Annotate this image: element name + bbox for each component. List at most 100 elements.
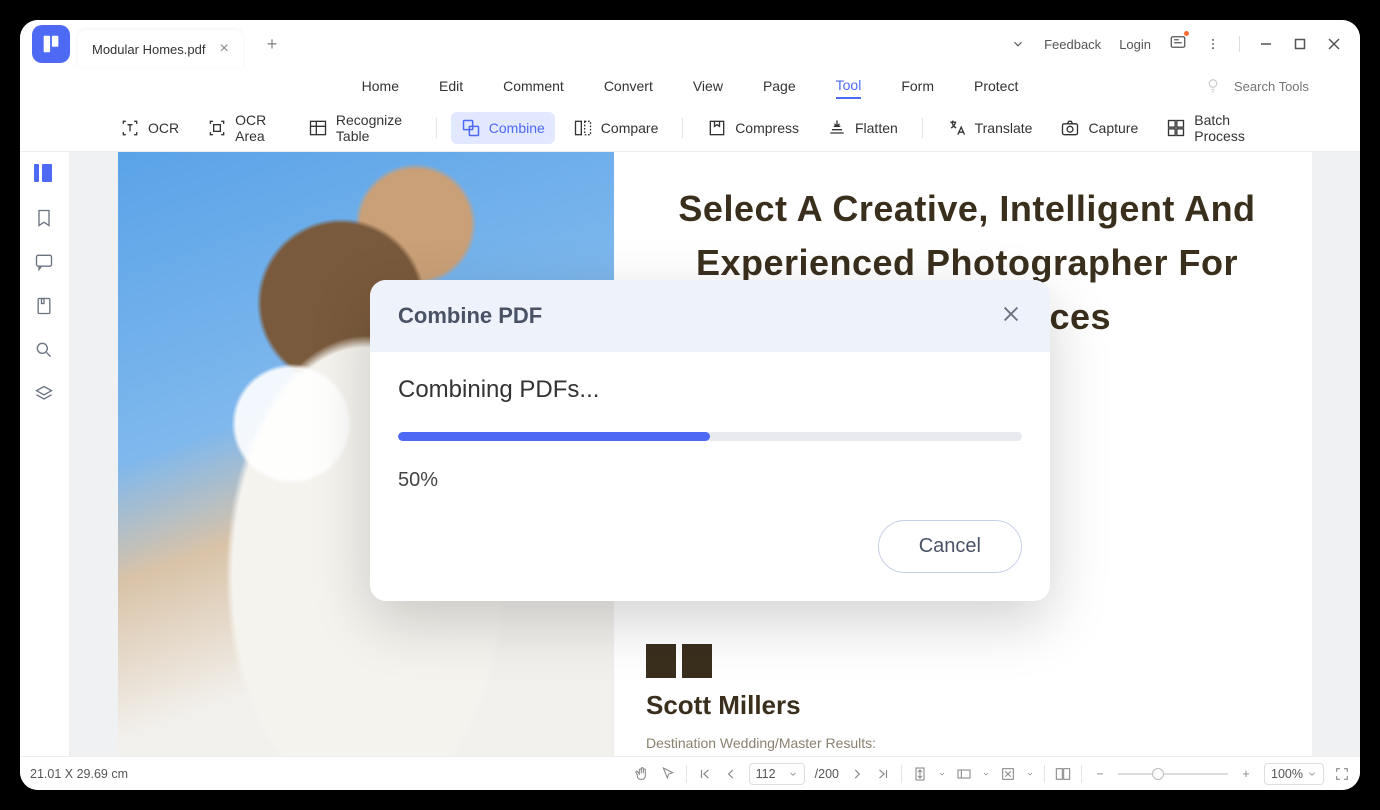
titlebar: Modular Homes.pdf × + Feedback Login (20, 20, 1360, 68)
total-pages: /200 (815, 767, 839, 781)
ocr-area-icon (207, 118, 227, 138)
dialog-header: Combine PDF (370, 280, 1050, 352)
progress-fill (398, 432, 710, 441)
camera-icon (1060, 118, 1080, 138)
tool-label: Recognize Table (336, 112, 412, 144)
menu-form[interactable]: Form (901, 74, 934, 98)
notifications-icon[interactable] (1169, 33, 1187, 56)
fit-height-icon[interactable] (912, 766, 928, 782)
progress-bar (398, 432, 1022, 441)
titlebar-right: Feedback Login (1010, 33, 1352, 56)
tool-ocr-area[interactable]: OCR Area (197, 106, 290, 150)
dialog-close-icon[interactable] (1000, 303, 1022, 330)
statusbar: 21.01 X 29.69 cm 112 /200 − + 100% (20, 756, 1360, 790)
tool-label: OCR (148, 120, 179, 136)
separator (436, 118, 437, 138)
separator (682, 118, 683, 138)
app-window: Modular Homes.pdf × + Feedback Login Hom… (20, 20, 1360, 790)
cancel-button[interactable]: Cancel (878, 520, 1022, 573)
translate-icon (947, 118, 967, 138)
tool-capture[interactable]: Capture (1050, 112, 1148, 144)
tool-label: Batch Process (1194, 112, 1260, 144)
tool-ocr[interactable]: OCR (110, 112, 189, 144)
combine-icon (461, 118, 481, 138)
layers-icon[interactable] (34, 384, 56, 406)
tool-translate[interactable]: Translate (937, 112, 1043, 144)
tool-label: Translate (975, 120, 1033, 136)
prev-page-icon[interactable] (723, 766, 739, 782)
batch-icon (1166, 118, 1186, 138)
dialog-body: Combining PDFs... 50% (370, 352, 1050, 520)
left-sidebar (20, 152, 70, 756)
tab-close-icon[interactable]: × (219, 40, 228, 58)
feedback-link[interactable]: Feedback (1044, 37, 1101, 52)
zoom-in-icon[interactable]: + (1238, 766, 1254, 782)
dialog-message: Combining PDFs... (398, 376, 1022, 404)
menu-page[interactable]: Page (763, 74, 796, 98)
menu-comment[interactable]: Comment (503, 74, 564, 98)
menu-protect[interactable]: Protect (974, 74, 1018, 98)
comment-icon[interactable] (34, 252, 56, 274)
next-page-icon[interactable] (849, 766, 865, 782)
attachment-icon[interactable] (34, 296, 56, 318)
zoom-slider[interactable] (1118, 773, 1228, 775)
chevron-down-icon[interactable] (1010, 36, 1026, 52)
tool-compress[interactable]: Compress (697, 112, 809, 144)
progress-percent: 50% (398, 469, 1022, 492)
menubar: Home Edit Comment Convert View Page Tool… (20, 68, 1360, 104)
tool-label: OCR Area (235, 112, 280, 144)
tool-batch[interactable]: Batch Process (1156, 106, 1270, 150)
ocr-icon (120, 118, 140, 138)
fit-width-icon[interactable] (956, 766, 972, 782)
menu-tool[interactable]: Tool (836, 73, 862, 99)
compress-icon (707, 118, 727, 138)
tool-label: Flatten (855, 120, 898, 136)
zoom-out-icon[interactable]: − (1092, 766, 1108, 782)
zoom-value: 100% (1271, 767, 1303, 781)
new-tab-button[interactable]: + (267, 34, 278, 55)
tool-label: Compare (601, 120, 659, 136)
thumbnails-icon[interactable] (34, 164, 56, 186)
close-icon[interactable] (1326, 36, 1342, 52)
bookmark-icon[interactable] (34, 208, 56, 230)
first-page-icon[interactable] (697, 766, 713, 782)
tool-label: Capture (1088, 120, 1138, 136)
two-page-icon[interactable] (1055, 766, 1071, 782)
document-tab[interactable]: Modular Homes.pdf × (78, 30, 243, 68)
dialog-title: Combine PDF (398, 303, 542, 329)
menu-edit[interactable]: Edit (439, 74, 463, 98)
last-page-icon[interactable] (875, 766, 891, 782)
fullscreen-icon[interactable] (1334, 766, 1350, 782)
search-icon[interactable] (34, 340, 56, 362)
tool-recognize-table[interactable]: Recognize Table (298, 106, 422, 150)
quote-icon (646, 644, 1288, 678)
menu-view[interactable]: View (693, 74, 723, 98)
dialog-footer: Cancel (370, 520, 1050, 601)
maximize-icon[interactable] (1292, 36, 1308, 52)
view-mode-icon[interactable] (1000, 766, 1016, 782)
compare-icon (573, 118, 593, 138)
flatten-icon (827, 118, 847, 138)
minimize-icon[interactable] (1258, 36, 1274, 52)
table-icon (308, 118, 328, 138)
search-tools-input[interactable] (1234, 79, 1324, 94)
kebab-menu-icon[interactable] (1205, 36, 1221, 52)
tool-combine[interactable]: Combine (451, 112, 555, 144)
combine-pdf-dialog: Combine PDF Combining PDFs... 50% Cancel (370, 280, 1050, 601)
zoom-level-select[interactable]: 100% (1264, 763, 1324, 785)
login-link[interactable]: Login (1119, 37, 1151, 52)
current-page: 112 (756, 767, 776, 781)
tool-flatten[interactable]: Flatten (817, 112, 908, 144)
tool-label: Compress (735, 120, 799, 136)
page-number-input[interactable]: 112 (749, 763, 805, 785)
separator (922, 118, 923, 138)
tool-compare[interactable]: Compare (563, 112, 669, 144)
app-logo (32, 25, 70, 63)
page-dimensions: 21.01 X 29.69 cm (30, 767, 128, 781)
menu-convert[interactable]: Convert (604, 74, 653, 98)
hand-tool-icon[interactable] (634, 766, 650, 782)
tool-label: Combine (489, 120, 545, 136)
lightbulb-icon[interactable] (1204, 76, 1222, 97)
select-tool-icon[interactable] (660, 766, 676, 782)
menu-home[interactable]: Home (362, 74, 399, 98)
